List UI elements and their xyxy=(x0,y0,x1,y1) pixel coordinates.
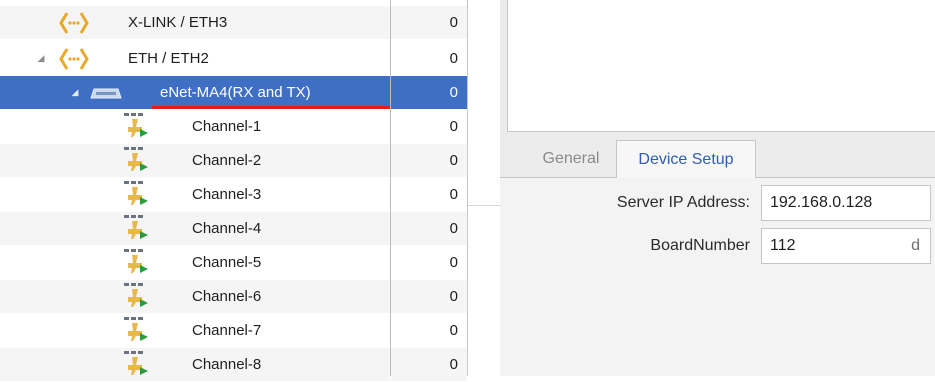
tree-row-label: Channel-8 xyxy=(192,356,262,373)
tree-row-label: eNet-MA4(RX and TX) xyxy=(160,84,311,101)
tree-row-eth-eth2[interactable]: ◢ ETH / ETH2 xyxy=(0,42,390,75)
tree-row-label: Channel-7 xyxy=(192,322,262,339)
row-count: 0 xyxy=(391,6,467,39)
row-count: 0 xyxy=(391,144,467,177)
channel-icon xyxy=(122,146,150,178)
row-count: 0 xyxy=(391,348,467,381)
channel-icon xyxy=(122,180,150,212)
channel-icon xyxy=(122,248,150,280)
tree-row-channel-4[interactable]: Channel-4 xyxy=(0,212,390,245)
tree-row-label: Channel-2 xyxy=(192,152,262,169)
server-ip-value: 192.168.0.128 xyxy=(770,194,873,211)
row-count: 0 xyxy=(449,254,458,271)
tree-row-label: ETH / ETH2 xyxy=(128,50,209,67)
channel-icon xyxy=(122,112,150,144)
row-count: 0 xyxy=(391,280,467,313)
tree-row-channel-5[interactable]: Channel-5 xyxy=(0,246,390,279)
row-count: 0 xyxy=(391,76,467,109)
channel-icon xyxy=(122,316,150,348)
device-tree: X-LINK / ETH3 ◢ ETH / ETH2 ◢ eNet-MA4(RX… xyxy=(0,0,391,381)
tree-row-channel-6[interactable]: Channel-6 xyxy=(0,280,390,313)
device-setup-properties: Server IP Address: 192.168.0.128 BoardNu… xyxy=(500,178,935,376)
channel-icon xyxy=(122,282,150,314)
count-column: 0 0 0 0 0 0 0 0 0 0 0 xyxy=(391,0,468,381)
board-number-unit: d xyxy=(911,237,920,254)
tab-device-setup[interactable]: Device Setup xyxy=(616,140,756,179)
tab-strip: General Device Setup xyxy=(500,140,935,179)
tab-general[interactable]: General xyxy=(520,140,622,178)
row-count: 0 xyxy=(449,186,458,203)
preview-panel xyxy=(507,0,935,132)
server-ip-field[interactable]: 192.168.0.128 xyxy=(761,185,931,221)
network-device-icon xyxy=(90,87,122,104)
row-count: 0 xyxy=(391,212,467,245)
splitter-divider xyxy=(468,205,500,206)
channel-icon xyxy=(122,214,150,246)
tree-row-channel-8[interactable]: Channel-8 xyxy=(0,348,390,381)
expand-arrow-icon[interactable]: ◢ xyxy=(36,53,46,64)
tree-row-channel-2[interactable]: Channel-2 xyxy=(0,144,390,177)
board-number-value: 112 xyxy=(770,237,796,254)
tree-row-label: Channel-4 xyxy=(192,220,262,237)
board-number-label: BoardNumber xyxy=(650,237,750,254)
row-count: 0 xyxy=(449,322,458,339)
expand-arrow-icon[interactable]: ◢ xyxy=(70,87,80,98)
tree-row-label: Channel-6 xyxy=(192,288,262,305)
details-pane: General Device Setup Server IP Address: … xyxy=(500,0,935,376)
link-icon xyxy=(58,47,90,75)
splitter[interactable] xyxy=(468,0,500,376)
channel-icon xyxy=(122,350,150,382)
tree-row-label: X-LINK / ETH3 xyxy=(128,14,228,31)
row-count: 0 xyxy=(449,50,458,67)
tree-row-xlink-eth3[interactable]: X-LINK / ETH3 xyxy=(0,6,390,39)
tree-row-channel-1[interactable]: Channel-1 xyxy=(0,110,390,143)
board-number-field[interactable]: 112 d xyxy=(761,228,931,264)
link-icon xyxy=(58,11,90,39)
row-count: 0 xyxy=(449,118,458,135)
tree-row-enet-ma4[interactable]: ◢ eNet-MA4(RX and TX) xyxy=(0,76,390,109)
tree-row-label: Channel-1 xyxy=(192,118,262,135)
tree-row-label: Channel-3 xyxy=(192,186,262,203)
tree-row-label: Channel-5 xyxy=(192,254,262,271)
tree-row-channel-3[interactable]: Channel-3 xyxy=(0,178,390,211)
tree-row-channel-7[interactable]: Channel-7 xyxy=(0,314,390,347)
server-ip-label: Server IP Address: xyxy=(616,194,750,211)
